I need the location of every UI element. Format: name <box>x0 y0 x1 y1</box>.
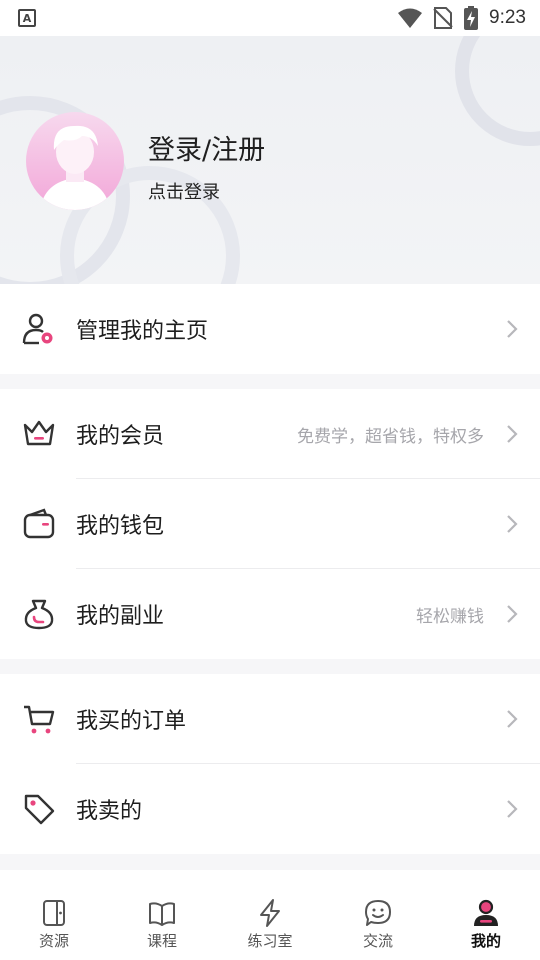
tab-resources[interactable]: 资源 <box>0 870 108 960</box>
manage-homepage-label: 管理我的主页 <box>76 319 209 344</box>
side-business-hint: 轻松赚钱 <box>416 606 484 627</box>
membership-hint: 免费学，超省钱，特权多 <box>297 426 484 447</box>
decorative-circle <box>455 36 540 146</box>
chevron-right-icon <box>507 515 518 533</box>
status-bar: A 9:23 <box>0 0 540 36</box>
chevron-right-icon <box>507 425 518 443</box>
tab-label: 课程 <box>146 932 177 950</box>
side-business-row[interactable]: 我的副业 轻松赚钱 <box>0 569 540 659</box>
side-business-label: 我的副业 <box>76 604 165 629</box>
resource-icon <box>43 900 65 926</box>
battery-charging-icon <box>464 6 479 30</box>
user-settings-icon <box>22 313 53 345</box>
homepage-section: 管理我的主页 <box>0 284 540 374</box>
my-orders-row[interactable]: 我买的订单 <box>0 674 540 764</box>
manage-homepage-row[interactable]: 管理我的主页 <box>0 284 540 374</box>
wifi-icon <box>398 8 423 28</box>
book-icon <box>149 902 175 926</box>
crown-icon <box>23 420 55 446</box>
tab-label: 我的 <box>470 932 501 950</box>
clock: 9:23 <box>489 7 526 28</box>
chevron-right-icon <box>507 710 518 728</box>
tab-community[interactable]: 交流 <box>324 870 432 960</box>
my-orders-label: 我买的订单 <box>76 709 187 734</box>
tab-label: 资源 <box>38 932 69 950</box>
membership-section: 我的会员 免费学，超省钱，特权多 我的钱包 我的副业 轻松赚钱 <box>0 389 540 659</box>
orders-section: 我买的订单 我卖的 <box>0 674 540 854</box>
my-wallet-row[interactable]: 我的钱包 <box>0 479 540 569</box>
money-bag-icon <box>24 599 54 630</box>
tab-courses[interactable]: 课程 <box>108 870 216 960</box>
chevron-right-icon <box>507 320 518 338</box>
chat-icon <box>365 900 391 926</box>
profile-header[interactable]: 登录/注册 点击登录 <box>0 36 540 284</box>
tab-practice-room[interactable]: 练习室 <box>216 870 324 960</box>
tab-label: 交流 <box>362 932 393 950</box>
my-membership-row[interactable]: 我的会员 免费学，超省钱，特权多 <box>0 389 540 479</box>
lightning-icon <box>260 899 280 927</box>
tab-mine[interactable]: 我的 <box>432 870 540 960</box>
login-register-title[interactable]: 登录/注册 <box>148 128 265 167</box>
tag-icon <box>24 794 55 825</box>
default-avatar-icon <box>40 125 110 210</box>
avatar[interactable] <box>26 112 124 210</box>
no-sim-icon <box>433 7 453 29</box>
cart-icon <box>24 705 55 734</box>
my-sold-label: 我卖的 <box>76 799 143 824</box>
my-membership-label: 我的会员 <box>76 424 165 449</box>
chevron-right-icon <box>507 605 518 623</box>
my-sold-row[interactable]: 我卖的 <box>0 764 540 854</box>
chevron-right-icon <box>507 800 518 818</box>
tab-label: 练习室 <box>247 932 293 950</box>
wallet-icon <box>23 508 55 539</box>
my-wallet-label: 我的钱包 <box>76 514 165 539</box>
bottom-tab-bar: 资源 课程 练习室 交流 我的 <box>0 870 540 960</box>
accessibility-notification-icon: A <box>18 9 36 27</box>
profile-icon <box>474 899 498 926</box>
login-prompt[interactable]: 点击登录 <box>148 178 220 204</box>
